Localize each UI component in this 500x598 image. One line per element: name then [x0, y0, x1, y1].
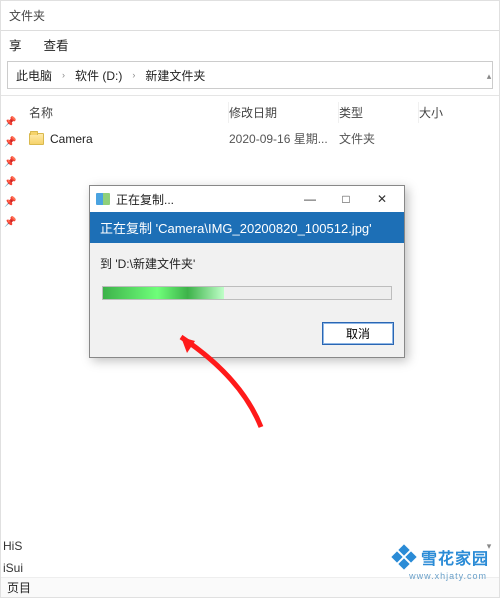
col-type[interactable]: 类型 [339, 102, 419, 123]
copy-destination: 到 'D:\新建文件夹' [100, 255, 394, 272]
progress-bar [102, 286, 392, 300]
watermark-url: www.xhjaty.com [409, 571, 487, 581]
sidebar-peek: HiS iSui [1, 539, 23, 575]
dialog-title-bar[interactable]: 正在复制... — □ ✕ [90, 186, 404, 212]
pin-icon: 📌 [4, 197, 14, 207]
menu-share[interactable]: 享 [9, 35, 22, 54]
dialog-banner: 正在复制 'Camera\IMG_20200820_100512.jpg' [90, 212, 404, 243]
menu-view[interactable]: 查看 [44, 35, 69, 54]
copy-dialog: 正在复制... — □ ✕ 正在复制 'Camera\IMG_20200820_… [89, 185, 405, 358]
title-bar: 文件夹 [1, 1, 499, 31]
cancel-button[interactable]: 取消 [322, 322, 394, 345]
close-button[interactable]: ✕ [364, 188, 400, 210]
crumb-folder[interactable]: 新建文件夹 [145, 67, 205, 84]
status-text: 页目 [7, 579, 31, 596]
pin-icon: 📌 [4, 177, 14, 187]
copy-icon [96, 193, 110, 205]
pin-icon: 📌 [4, 217, 14, 227]
table-row[interactable]: Camera 2020-09-16 星期... 文件夹 [1, 127, 499, 150]
pin-icon: 📌 [4, 117, 14, 127]
progress-fill [103, 287, 224, 299]
scrollbar[interactable]: ▴ ▾ [482, 69, 496, 553]
col-name[interactable]: 名称 [29, 102, 229, 123]
address-bar[interactable]: 此电脑 › 软件 (D:) › 新建文件夹 [7, 61, 493, 89]
dialog-title: 正在复制... [116, 191, 292, 208]
scroll-track[interactable] [482, 83, 496, 539]
window-title: 文件夹 [9, 7, 45, 24]
watermark-logo: 雪花家园 [393, 545, 489, 569]
chevron-right-icon: › [132, 70, 135, 80]
file-type: 文件夹 [339, 130, 419, 147]
minimize-button[interactable]: — [292, 188, 328, 210]
crumb-drive[interactable]: 软件 (D:) [75, 67, 122, 84]
file-date: 2020-09-16 星期... [229, 130, 339, 147]
menu-bar: 享 查看 [1, 31, 499, 57]
folder-icon [29, 133, 44, 145]
maximize-button[interactable]: □ [328, 188, 364, 210]
sidebar-item-label[interactable]: iSui [3, 561, 23, 575]
pinned-strip: 📌 📌 📌 📌 📌 📌 [4, 117, 14, 227]
pin-icon: 📌 [4, 157, 14, 167]
pin-icon: 📌 [4, 137, 14, 147]
file-name: Camera [50, 132, 93, 146]
col-date[interactable]: 修改日期 [229, 102, 339, 123]
snowflake-icon [393, 546, 415, 568]
copy-source-file: Camera\IMG_20200820_100512.jpg [158, 221, 369, 236]
watermark-text: 雪花家园 [421, 545, 489, 569]
chevron-right-icon: › [62, 70, 65, 80]
sidebar-item-label[interactable]: HiS [3, 539, 23, 553]
column-headers: 名称 修改日期 类型 大小 [1, 96, 499, 127]
scroll-up-icon[interactable]: ▴ [482, 69, 496, 83]
crumb-this-pc[interactable]: 此电脑 [16, 67, 52, 84]
